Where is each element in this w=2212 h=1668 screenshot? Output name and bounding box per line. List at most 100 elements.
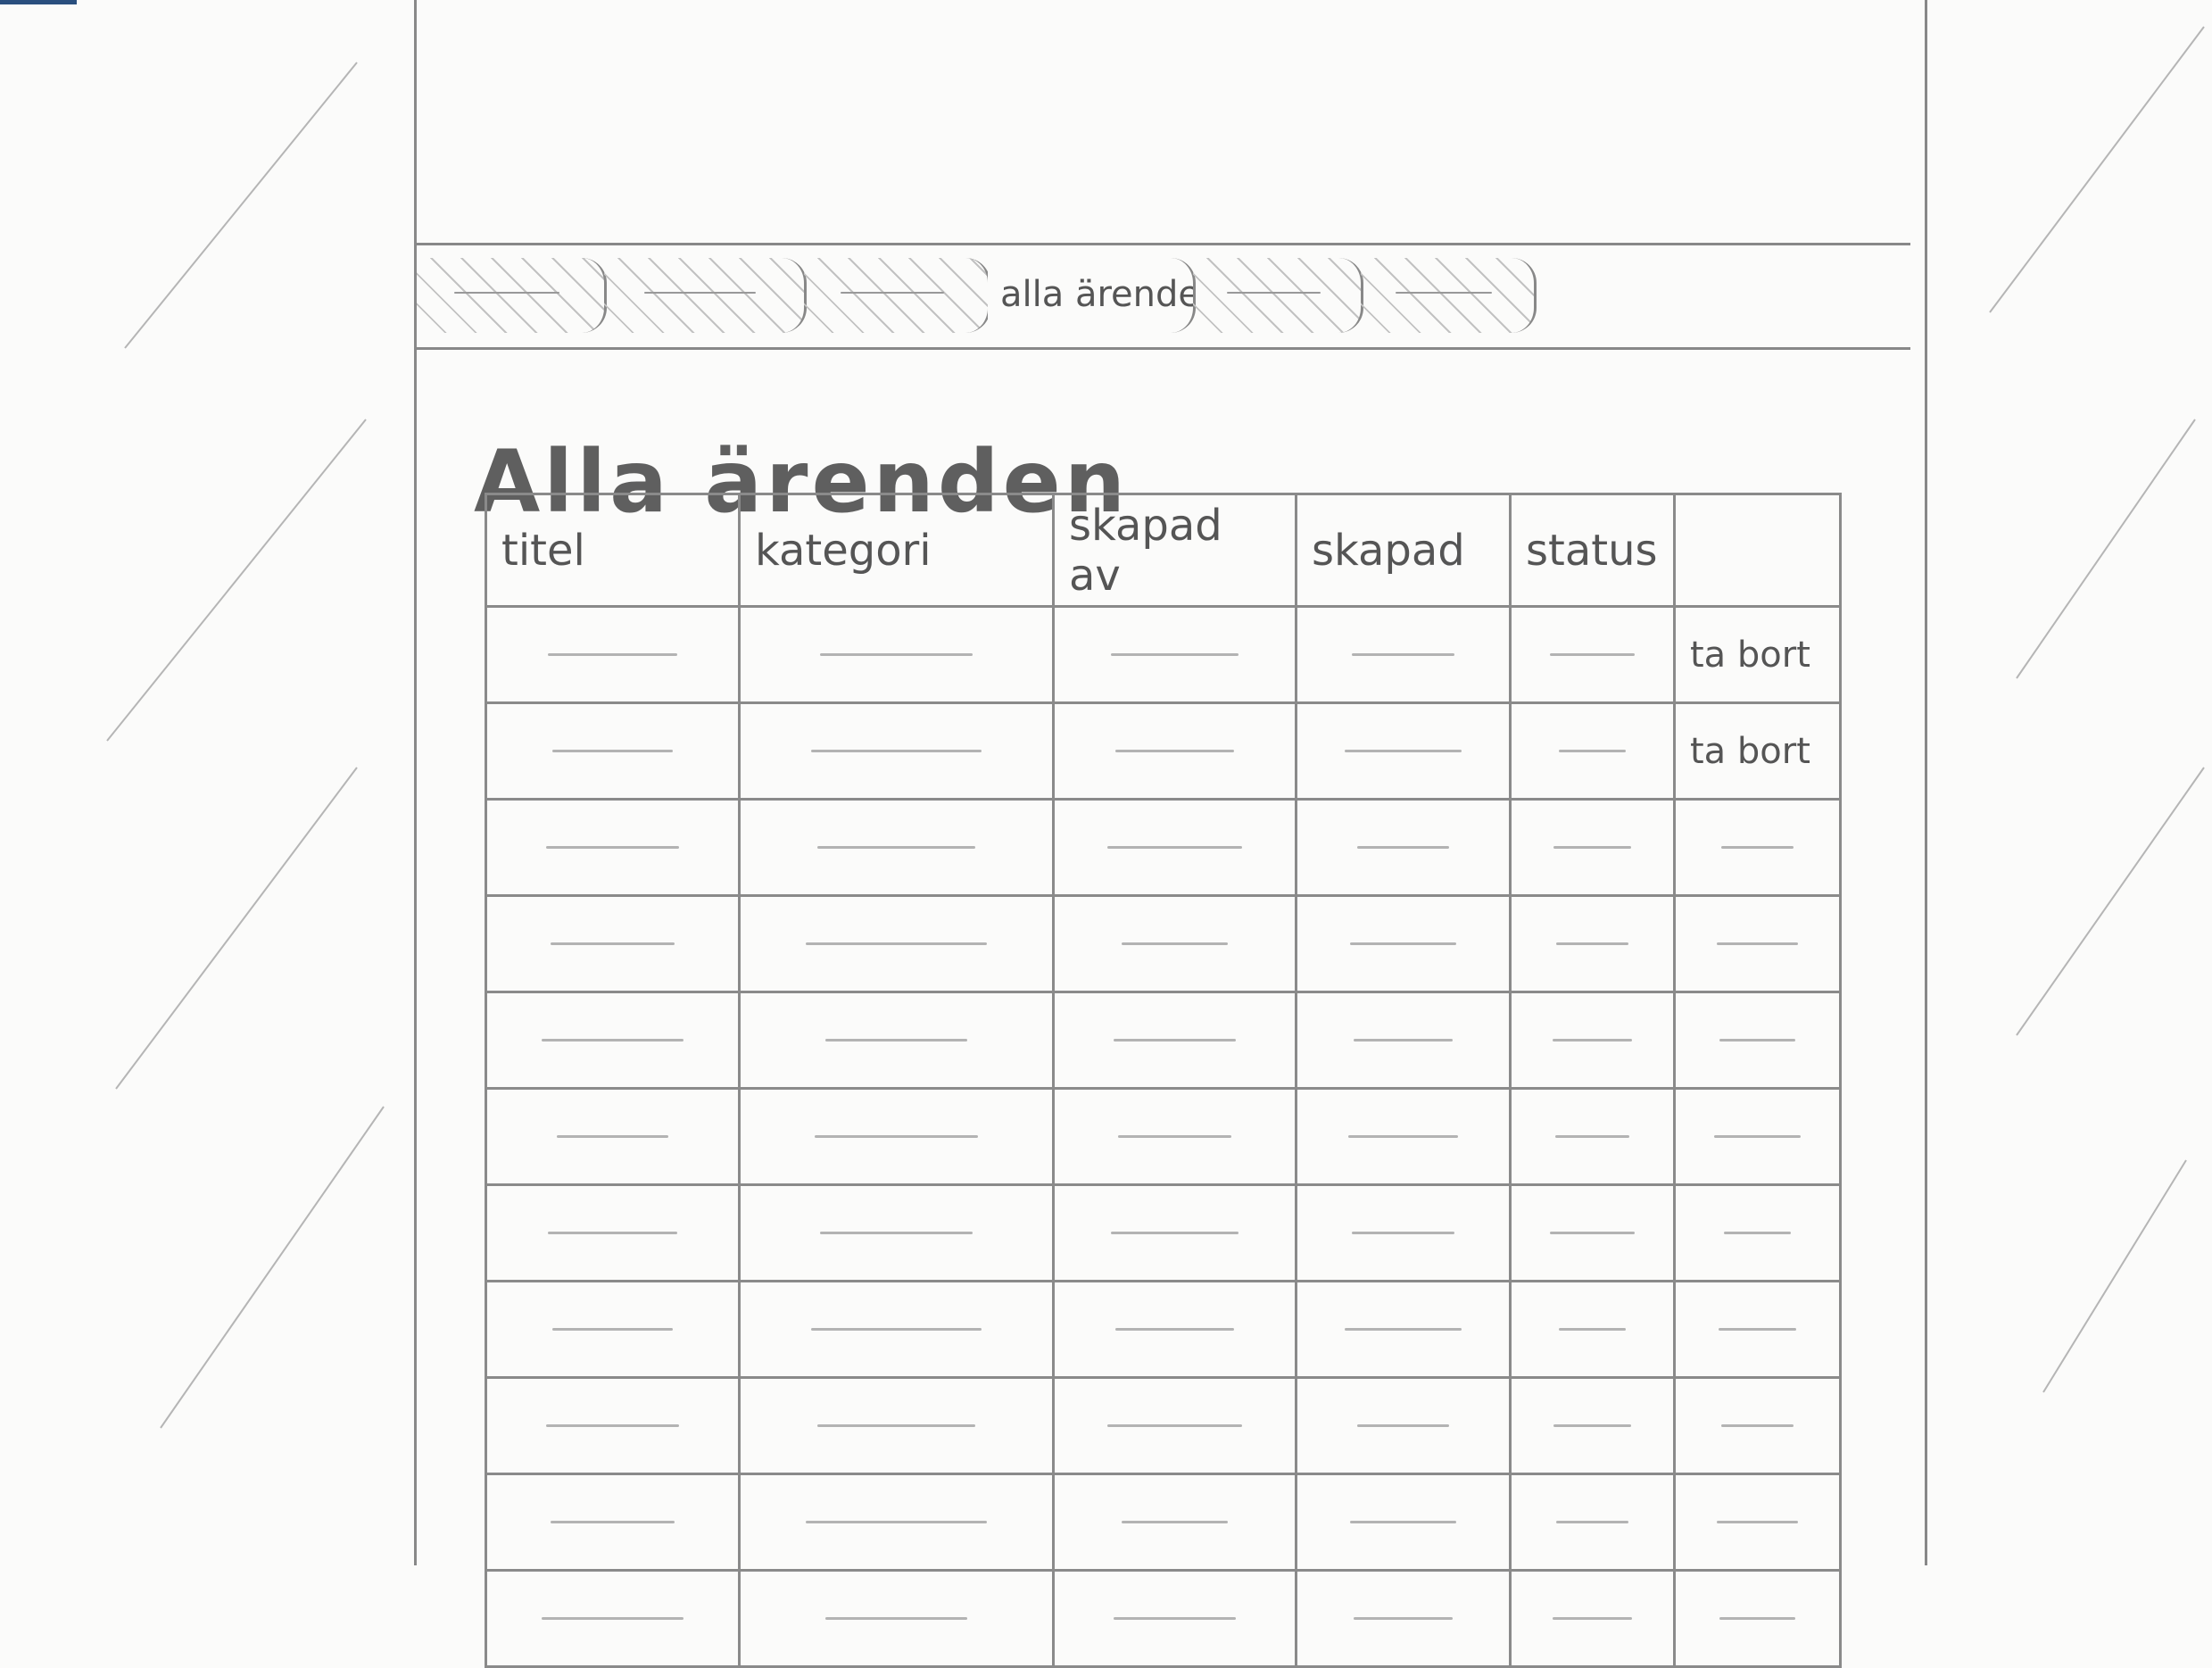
placeholder-squiggle — [816, 1424, 976, 1427]
placeholder-squiggle — [1723, 1232, 1792, 1234]
placeholder-squiggle — [841, 292, 944, 294]
table-row[interactable] — [485, 1376, 1842, 1475]
table-cell — [738, 1280, 1055, 1379]
placeholder-squiggle — [1549, 1232, 1636, 1234]
table-cell — [1673, 1183, 1842, 1282]
table-cell — [1295, 1569, 1512, 1668]
table-row[interactable] — [485, 798, 1842, 897]
table-cell — [1052, 1569, 1297, 1668]
placeholder-squiggle — [1113, 1617, 1237, 1620]
table-row[interactable]: ta bort — [485, 701, 1842, 801]
remove-button[interactable]: ta bort — [1690, 731, 1810, 772]
placeholder-squiggle — [1357, 1424, 1449, 1427]
table-cell — [1673, 1087, 1842, 1186]
placeholder-squiggle — [1354, 1039, 1453, 1041]
table-cell — [1052, 605, 1297, 704]
placeholder-squiggle — [1552, 1039, 1633, 1041]
tab-5[interactable] — [1193, 258, 1363, 333]
table-cell — [738, 1087, 1055, 1186]
placeholder-squiggle — [643, 292, 757, 294]
placeholder-squiggle — [548, 1232, 677, 1234]
tab-2[interactable] — [604, 258, 807, 333]
placeholder-squiggle — [1717, 942, 1798, 945]
placeholder-squiggle — [545, 846, 680, 849]
remove-cell: ta bort — [1673, 701, 1842, 801]
table-cell — [1509, 1183, 1676, 1282]
table-cell — [485, 1280, 741, 1379]
table-cell — [1052, 701, 1297, 801]
table-cell — [485, 1569, 741, 1668]
table-cell — [1509, 1569, 1676, 1668]
table-cell — [738, 605, 1055, 704]
placeholder-squiggle — [1556, 942, 1628, 945]
remove-cell: ta bort — [1673, 605, 1842, 704]
app-window: alla ärenden Alla ärenden titel kategori… — [414, 0, 1927, 1668]
placeholder-squiggle — [1348, 1135, 1458, 1138]
table-cell — [1295, 1473, 1512, 1572]
placeholder-squiggle — [1395, 292, 1493, 294]
placeholder-squiggle — [1554, 1135, 1630, 1138]
tab-alla-arenden[interactable]: alla ärenden — [988, 258, 1196, 333]
table-cell — [485, 701, 741, 801]
table-cell — [485, 894, 741, 993]
remove-button[interactable]: ta bort — [1690, 635, 1810, 676]
placeholder-squiggle — [1357, 846, 1449, 849]
table-row[interactable] — [485, 1473, 1842, 1572]
tab-6[interactable] — [1361, 258, 1537, 333]
column-header-titel[interactable]: titel — [485, 493, 741, 608]
tab-bar: alla ärenden — [417, 243, 1910, 350]
table-row[interactable] — [485, 1087, 1842, 1186]
tab-1[interactable] — [417, 258, 607, 333]
table-cell — [1509, 1280, 1676, 1379]
table-cell — [738, 798, 1055, 897]
column-header-status[interactable]: status — [1509, 493, 1676, 608]
table-cell — [1052, 1473, 1297, 1572]
table-cell — [1052, 894, 1297, 993]
table-row[interactable]: ta bort — [485, 605, 1842, 704]
table-cell — [1052, 991, 1297, 1090]
placeholder-squiggle — [1344, 1328, 1462, 1331]
table-cell — [1295, 1183, 1512, 1282]
column-header-skapad-av[interactable]: skapad av — [1052, 493, 1297, 608]
placeholder-squiggle — [1111, 653, 1239, 656]
column-header-skapad[interactable]: skapad — [1295, 493, 1512, 608]
placeholder-squiggle — [557, 1135, 668, 1138]
table-cell — [485, 605, 741, 704]
placeholder-squiggle — [552, 750, 673, 752]
tab-3[interactable] — [804, 258, 990, 333]
table-cell — [1509, 605, 1676, 704]
placeholder-squiggle — [1226, 292, 1321, 294]
placeholder-squiggle — [548, 653, 677, 656]
table-cell — [1673, 1280, 1842, 1379]
table-row[interactable] — [485, 1569, 1842, 1668]
column-header-actions — [1673, 493, 1842, 608]
placeholder-squiggle — [819, 1232, 973, 1234]
placeholder-squiggle — [1718, 1328, 1797, 1331]
table-cell — [738, 1376, 1055, 1475]
table-cell — [485, 991, 741, 1090]
table-cell — [1295, 1087, 1512, 1186]
table-cell — [485, 1473, 741, 1572]
placeholder-squiggle — [1352, 653, 1454, 656]
placeholder-squiggle — [550, 942, 675, 945]
column-header-kategori[interactable]: kategori — [738, 493, 1055, 608]
table-cell — [485, 798, 741, 897]
table-cell — [738, 1569, 1055, 1668]
table-cell — [1509, 1473, 1676, 1572]
table-cell — [1509, 1087, 1676, 1186]
table-cell — [1509, 798, 1676, 897]
placeholder-squiggle — [1559, 1328, 1626, 1331]
table-cell — [1052, 1376, 1297, 1475]
placeholder-squiggle — [806, 942, 987, 945]
placeholder-squiggle — [541, 1039, 684, 1041]
placeholder-squiggle — [1720, 1424, 1794, 1427]
placeholder-squiggle — [1354, 1617, 1453, 1620]
table-cell — [1673, 1376, 1842, 1475]
table-cell — [738, 894, 1055, 993]
table-row[interactable] — [485, 1280, 1842, 1379]
table-row[interactable] — [485, 894, 1842, 993]
table-row[interactable] — [485, 991, 1842, 1090]
placeholder-squiggle — [1350, 1521, 1456, 1523]
table-row[interactable] — [485, 1183, 1842, 1282]
placeholder-squiggle — [1111, 1232, 1239, 1234]
